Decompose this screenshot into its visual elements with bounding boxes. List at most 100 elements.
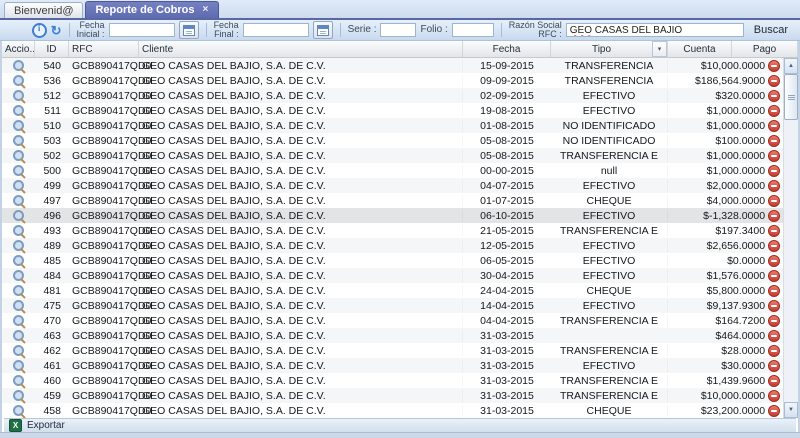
search-icon[interactable]	[13, 105, 24, 116]
remove-icon[interactable]	[768, 375, 780, 387]
remove-icon[interactable]	[768, 225, 780, 237]
search-icon[interactable]	[13, 330, 24, 341]
table-row[interactable]: 461 GCB890417QD0 GEO CASAS DEL BAJIO, S.…	[2, 358, 783, 373]
table-row[interactable]: 462 GCB890417QD0 GEO CASAS DEL BAJIO, S.…	[2, 343, 783, 358]
table-row[interactable]: 489 GCB890417QD0 GEO CASAS DEL BAJIO, S.…	[2, 238, 783, 253]
search-icon[interactable]	[13, 165, 24, 176]
table-row[interactable]: 512 GCB890417QD0 GEO CASAS DEL BAJIO, S.…	[2, 88, 783, 103]
table-row[interactable]: 502 GCB890417QD0 GEO CASAS DEL BAJIO, S.…	[2, 148, 783, 163]
table-row[interactable]: 459 GCB890417QD0 GEO CASAS DEL BAJIO, S.…	[2, 388, 783, 403]
remove-icon[interactable]	[768, 195, 780, 207]
search-icon[interactable]	[13, 285, 24, 296]
table-row[interactable]: 484 GCB890417QD0 GEO CASAS DEL BAJIO, S.…	[2, 268, 783, 283]
remove-icon[interactable]	[768, 60, 780, 72]
remove-icon[interactable]	[768, 105, 780, 117]
remove-icon[interactable]	[768, 210, 780, 222]
search-icon[interactable]	[13, 405, 24, 416]
column-header-tipo[interactable]: Tipo ▾	[551, 41, 668, 57]
column-header-cliente[interactable]: Cliente	[139, 41, 463, 57]
tab-reporte-de-cobros[interactable]: Reporte de Cobros ×	[85, 1, 219, 18]
fecha-final-input[interactable]	[243, 23, 309, 37]
refresh-icon[interactable]: ↻	[51, 24, 62, 37]
fecha-inicial-calendar-icon[interactable]	[179, 21, 199, 39]
tab-close-icon[interactable]: ×	[202, 5, 210, 15]
column-header-rfc[interactable]: RFC	[69, 41, 139, 57]
table-row[interactable]: 458 GCB890417QD0 GEO CASAS DEL BAJIO, S.…	[2, 403, 783, 418]
table-row[interactable]: 536 GCB890417QD0 GEO CASAS DEL BAJIO, S.…	[2, 73, 783, 88]
search-icon[interactable]	[13, 135, 24, 146]
remove-icon[interactable]	[768, 270, 780, 282]
table-row[interactable]: 500 GCB890417QD0 GEO CASAS DEL BAJIO, S.…	[2, 163, 783, 178]
info-icon[interactable]	[32, 23, 47, 38]
remove-icon[interactable]	[768, 120, 780, 132]
remove-icon[interactable]	[768, 405, 780, 417]
fecha-inicial-input[interactable]	[109, 23, 175, 37]
remove-icon[interactable]	[768, 300, 780, 312]
search-icon[interactable]	[13, 225, 24, 236]
search-icon[interactable]	[13, 180, 24, 191]
remove-icon[interactable]	[768, 75, 780, 87]
remove-icon[interactable]	[768, 360, 780, 372]
search-icon[interactable]	[13, 315, 24, 326]
table-row[interactable]: 463 GCB890417QD0 GEO CASAS DEL BAJIO, S.…	[2, 328, 783, 343]
search-icon[interactable]	[13, 120, 24, 131]
remove-icon[interactable]	[768, 180, 780, 192]
remove-icon[interactable]	[768, 150, 780, 162]
search-icon[interactable]	[13, 240, 24, 251]
column-header-acciones[interactable]: Accio...	[2, 41, 35, 57]
search-icon[interactable]	[13, 255, 24, 266]
table-row[interactable]: 481 GCB890417QD0 GEO CASAS DEL BAJIO, S.…	[2, 283, 783, 298]
vertical-scrollbar[interactable]: ▲ ▼	[783, 58, 798, 418]
remove-icon[interactable]	[768, 285, 780, 297]
table-row[interactable]: 497 GCB890417QD0 GEO CASAS DEL BAJIO, S.…	[2, 193, 783, 208]
table-row[interactable]: 510 GCB890417QD0 GEO CASAS DEL BAJIO, S.…	[2, 118, 783, 133]
remove-icon[interactable]	[768, 330, 780, 342]
column-header-pago[interactable]: Pago	[732, 41, 798, 57]
column-header-fecha[interactable]: Fecha	[463, 41, 551, 57]
table-row[interactable]: 496 GCB890417QD0 GEO CASAS DEL BAJIO, S.…	[2, 208, 783, 223]
table-row[interactable]: 475 GCB890417QD0 GEO CASAS DEL BAJIO, S.…	[2, 298, 783, 313]
table-row[interactable]: 503 GCB890417QD0 GEO CASAS DEL BAJIO, S.…	[2, 133, 783, 148]
table-row[interactable]: 493 GCB890417QD0 GEO CASAS DEL BAJIO, S.…	[2, 223, 783, 238]
scroll-down-icon[interactable]: ▼	[784, 402, 798, 418]
cell-rfc: GCB890417QD0	[69, 105, 139, 117]
search-icon[interactable]	[13, 345, 24, 356]
folio-input[interactable]	[452, 23, 494, 37]
table-row[interactable]: 499 GCB890417QD0 GEO CASAS DEL BAJIO, S.…	[2, 178, 783, 193]
column-menu-chevron-down-icon[interactable]: ▾	[652, 41, 667, 57]
search-icon[interactable]	[13, 195, 24, 206]
table-row[interactable]: 540 GCB890417QD0 GEO CASAS DEL BAJIO, S.…	[2, 58, 783, 73]
remove-icon[interactable]	[768, 345, 780, 357]
search-icon[interactable]	[13, 75, 24, 86]
serie-input[interactable]	[380, 23, 416, 37]
fecha-final-calendar-icon[interactable]	[313, 21, 333, 39]
razon-social-input[interactable]: GEO CASAS DEL BAJIO	[566, 23, 744, 37]
remove-icon[interactable]	[768, 240, 780, 252]
remove-icon[interactable]	[768, 315, 780, 327]
column-header-cuenta[interactable]: Cuenta	[668, 41, 732, 57]
remove-icon[interactable]	[768, 390, 780, 402]
remove-icon[interactable]	[768, 255, 780, 267]
remove-icon[interactable]	[768, 165, 780, 177]
scroll-up-icon[interactable]: ▲	[784, 58, 798, 74]
table-row[interactable]: 485 GCB890417QD0 GEO CASAS DEL BAJIO, S.…	[2, 253, 783, 268]
remove-icon[interactable]	[768, 135, 780, 147]
search-icon[interactable]	[13, 60, 24, 71]
search-icon[interactable]	[13, 375, 24, 386]
search-icon[interactable]	[13, 210, 24, 221]
exportar-button[interactable]: Exportar	[27, 420, 65, 431]
search-icon[interactable]	[13, 90, 24, 101]
table-row[interactable]: 460 GCB890417QD0 GEO CASAS DEL BAJIO, S.…	[2, 373, 783, 388]
column-header-id[interactable]: ID	[35, 41, 69, 57]
buscar-button[interactable]: Buscar	[748, 23, 794, 37]
scrollbar-thumb[interactable]	[784, 74, 798, 120]
search-icon[interactable]	[13, 270, 24, 281]
search-icon[interactable]	[13, 300, 24, 311]
remove-icon[interactable]	[768, 90, 780, 102]
search-icon[interactable]	[13, 390, 24, 401]
search-icon[interactable]	[13, 360, 24, 371]
table-row[interactable]: 470 GCB890417QD0 GEO CASAS DEL BAJIO, S.…	[2, 313, 783, 328]
tab-bienvenido[interactable]: Bienvenid@	[4, 2, 83, 18]
table-row[interactable]: 511 GCB890417QD0 GEO CASAS DEL BAJIO, S.…	[2, 103, 783, 118]
search-icon[interactable]	[13, 150, 24, 161]
